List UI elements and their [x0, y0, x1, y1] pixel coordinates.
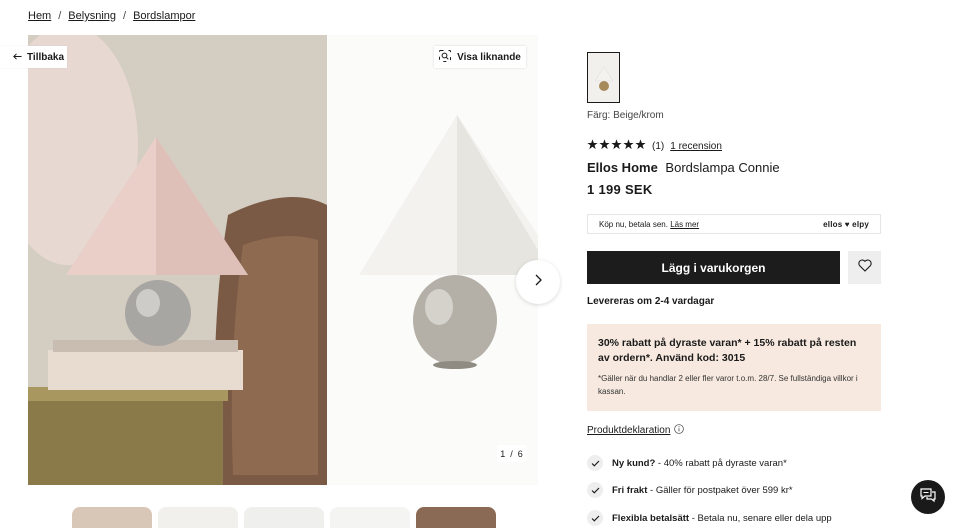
show-similar-button[interactable]: Visa liknande	[434, 46, 526, 68]
star-icon	[635, 139, 646, 153]
thumbnail-strip	[72, 507, 496, 528]
chevron-right-icon	[534, 273, 542, 291]
declaration-label: Produktdeklaration	[587, 425, 671, 436]
check-icon	[587, 482, 603, 498]
payment-logos: ellos ♥ elpy	[823, 219, 869, 229]
usp-title: Ny kund?	[612, 457, 656, 469]
read-more-link[interactable]: Läs mer	[670, 220, 699, 229]
star-icon	[611, 139, 622, 153]
brand-name[interactable]: Ellos Home	[587, 160, 658, 175]
info-icon	[674, 424, 685, 437]
chat-icon	[919, 487, 937, 508]
usp-text: - 40% rabatt på dyraste varan*	[655, 457, 787, 469]
heart-icon	[857, 258, 872, 277]
star-icon	[599, 139, 610, 153]
favorite-button[interactable]	[848, 251, 881, 284]
arrow-left-icon	[13, 52, 22, 63]
product-photo	[327, 35, 538, 485]
check-icon	[587, 510, 603, 526]
usp-title: Flexibla betalsätt	[612, 512, 690, 524]
thumbnail[interactable]	[330, 507, 410, 528]
breadcrumb-table-lamps[interactable]: Bordslampor	[133, 10, 195, 22]
breadcrumb-separator: /	[123, 10, 127, 22]
promo-note: *Gäller när du handlar 2 eller fler varo…	[598, 374, 858, 396]
price: 1 199 SEK	[587, 182, 653, 197]
color-label: Färg: Beige/krom	[587, 110, 664, 121]
star-icon	[623, 139, 634, 153]
payment-banner: Köp nu, betala sen. Läs mer ellos ♥ elpy	[587, 214, 881, 234]
reviews-link[interactable]: 1 recension	[670, 141, 722, 152]
promo-title: 30% rabatt på dyraste varan* + 15% rabat…	[598, 337, 857, 364]
usp-new-customer: Ny kund? - 40% rabatt på dyraste varan*	[587, 455, 787, 471]
usp-flexible-payment: Flexibla betalsätt - Betala nu, senare e…	[587, 510, 832, 526]
product-declaration-link[interactable]: Produktdeklaration	[587, 424, 685, 437]
thumbnail[interactable]	[158, 507, 238, 528]
product-title: Ellos Home Bordslampa Connie	[587, 160, 780, 175]
thumbnail[interactable]	[72, 507, 152, 528]
star-rating	[587, 139, 646, 153]
usp-free-shipping: Fri frakt - Gäller för postpaket över 59…	[587, 482, 793, 498]
visual-search-icon	[439, 49, 452, 65]
star-icon	[587, 139, 598, 153]
product-name: Bordslampa Connie	[665, 160, 780, 175]
image-counter: 1 / 6	[497, 445, 526, 462]
color-swatch[interactable]	[587, 52, 620, 103]
usp-title: Fri frakt	[612, 484, 648, 496]
product-gallery[interactable]	[28, 35, 538, 485]
delivery-info: Levereras om 2-4 vardagar	[587, 296, 715, 307]
back-label: Tillbaka	[27, 51, 65, 63]
breadcrumb-home[interactable]: Hem	[28, 10, 51, 22]
lifestyle-photo	[28, 35, 327, 485]
lamp-thumbnail	[594, 66, 613, 91]
show-similar-label: Visa liknande	[457, 51, 521, 63]
usp-text: - Betala nu, senare eller dela upp	[689, 512, 832, 524]
rating-count: (1)	[652, 140, 665, 152]
promo-box: 30% rabatt på dyraste varan* + 15% rabat…	[587, 324, 881, 411]
check-icon	[587, 455, 603, 471]
product-image-lifestyle[interactable]	[28, 35, 327, 485]
next-image-button[interactable]	[516, 260, 560, 304]
breadcrumb: Hem / Belysning / Bordslampor	[28, 10, 195, 22]
breadcrumb-lighting[interactable]: Belysning	[68, 10, 116, 22]
image-counter-current: 1	[500, 448, 506, 459]
product-image-cutout[interactable]	[327, 35, 538, 485]
chat-button[interactable]	[911, 480, 945, 514]
payment-text: Köp nu, betala sen.	[599, 219, 668, 229]
thumbnail[interactable]	[416, 507, 496, 528]
back-button[interactable]: Tillbaka	[0, 46, 67, 68]
add-to-cart-button[interactable]: Lägg i varukorgen	[587, 251, 840, 284]
image-counter-separator: /	[510, 448, 513, 459]
image-counter-total: 6	[517, 448, 523, 459]
usp-text: - Gäller för postpaket över 599 kr*	[647, 484, 793, 496]
breadcrumb-separator: /	[58, 10, 62, 22]
thumbnail[interactable]	[244, 507, 324, 528]
rating: (1) 1 recension	[587, 139, 722, 153]
